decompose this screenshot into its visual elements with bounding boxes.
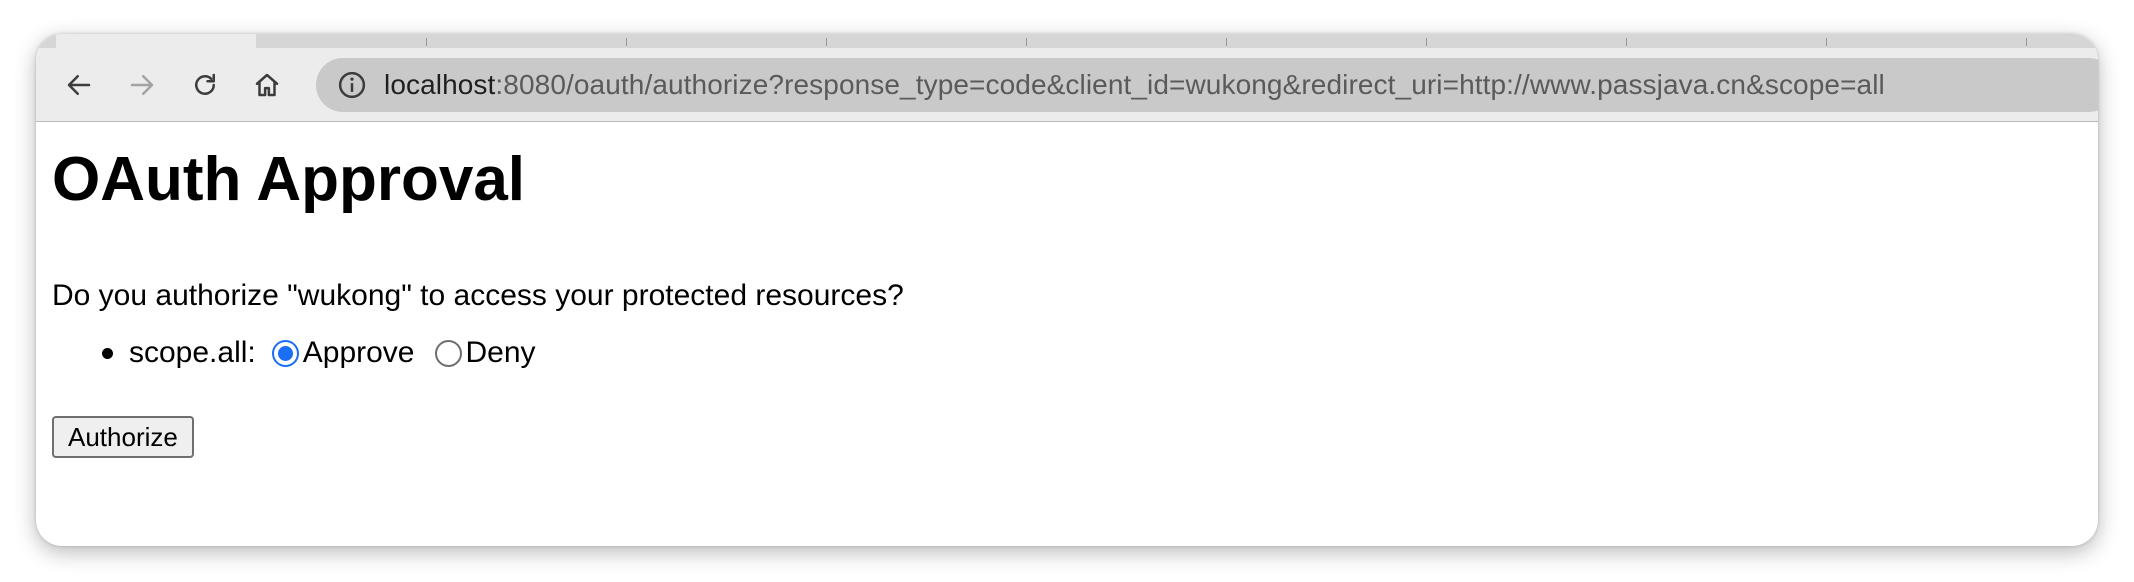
- tab-strip: [36, 34, 2098, 48]
- url-path: :8080/oauth/authorize?response_type=code…: [495, 69, 1885, 100]
- forward-icon: [130, 75, 154, 95]
- site-info-button[interactable]: [336, 69, 368, 101]
- page-title: OAuth Approval: [52, 145, 526, 214]
- deny-label[interactable]: Deny: [466, 334, 536, 372]
- authorize-button[interactable]: Authorize: [52, 416, 194, 458]
- page-content: OAuth Approval Do you authorize "wukong"…: [52, 122, 2098, 546]
- active-tab[interactable]: [56, 34, 256, 48]
- url-text[interactable]: localhost:8080/oauth/authorize?response_…: [384, 69, 1885, 101]
- home-icon: [255, 73, 279, 97]
- address-bar[interactable]: localhost:8080/oauth/authorize?response_…: [316, 58, 2098, 112]
- scope-label: scope.all:: [129, 336, 256, 369]
- authorization-question: Do you authorize "wukong" to access your…: [52, 279, 904, 312]
- list-bullet: [102, 347, 113, 359]
- forward-button[interactable]: [124, 67, 160, 103]
- site-info-icon: [338, 71, 366, 99]
- back-button[interactable]: [61, 67, 97, 103]
- browser-toolbar: localhost:8080/oauth/authorize?response_…: [36, 48, 2098, 122]
- browser-window: localhost:8080/oauth/authorize?response_…: [36, 34, 2098, 546]
- reload-button[interactable]: [187, 67, 223, 103]
- back-icon: [67, 75, 91, 95]
- approve-radio[interactable]: [271, 339, 299, 367]
- scope-list-item: scope.all: Approve Deny: [102, 334, 556, 372]
- reload-icon: [195, 73, 215, 95]
- deny-radio[interactable]: [434, 339, 462, 367]
- url-host: localhost: [384, 69, 496, 100]
- approve-label[interactable]: Approve: [303, 334, 415, 372]
- home-button[interactable]: [249, 67, 285, 103]
